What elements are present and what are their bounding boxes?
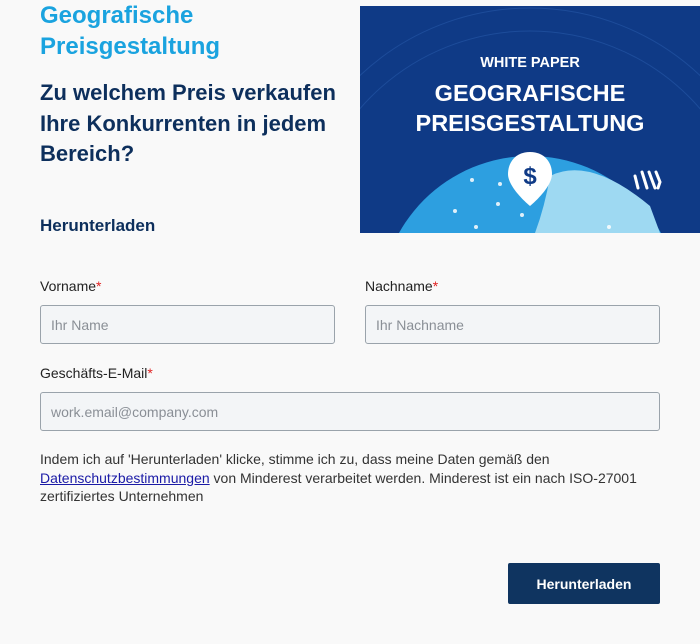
download-section-label: Herunterladen [40, 216, 156, 235]
page-title: Geografische Preisgestaltung [40, 2, 221, 60]
pin-dollar-symbol: $ [523, 163, 537, 190]
first-name-input[interactable] [40, 305, 335, 344]
banner-title-line2: PREISGESTALTUNG [416, 110, 645, 136]
download-page: Geografische Preisgestaltung Zu welchem … [0, 0, 700, 644]
required-mark: * [147, 365, 153, 381]
consent-text: Indem ich auf 'Herunterladen' klicke, st… [40, 450, 640, 506]
email-label-text: Geschäfts-E-Mail [40, 365, 148, 381]
required-mark: * [96, 278, 102, 294]
banner-kicker: WHITE PAPER [480, 55, 580, 71]
email-input[interactable] [40, 392, 660, 431]
last-name-label-text: Nachname [365, 278, 433, 294]
required-mark: * [432, 278, 439, 294]
page-subtitle: Zu welchem Preis verkaufen Ihre Konkurre… [40, 80, 336, 166]
download-button[interactable]: Herunterladen [508, 563, 660, 604]
consent-text-before: Indem ich auf 'Herunterladen' klicke, st… [40, 451, 550, 467]
last-name-label: Nachname* [365, 278, 438, 294]
privacy-policy-link[interactable]: Datenschutzbestimmungen [40, 470, 210, 486]
first-name-label: Vorname* [40, 278, 102, 294]
white-paper-banner: $ WHITE PAPER GEOGRAFISCHE PREISGESTALTU… [360, 6, 700, 233]
banner-title-line1: GEOGRAFISCHE [435, 80, 626, 106]
first-name-label-text: Vorname [40, 278, 97, 294]
email-label: Geschäfts-E-Mail* [40, 365, 153, 381]
last-name-input[interactable] [365, 305, 660, 344]
